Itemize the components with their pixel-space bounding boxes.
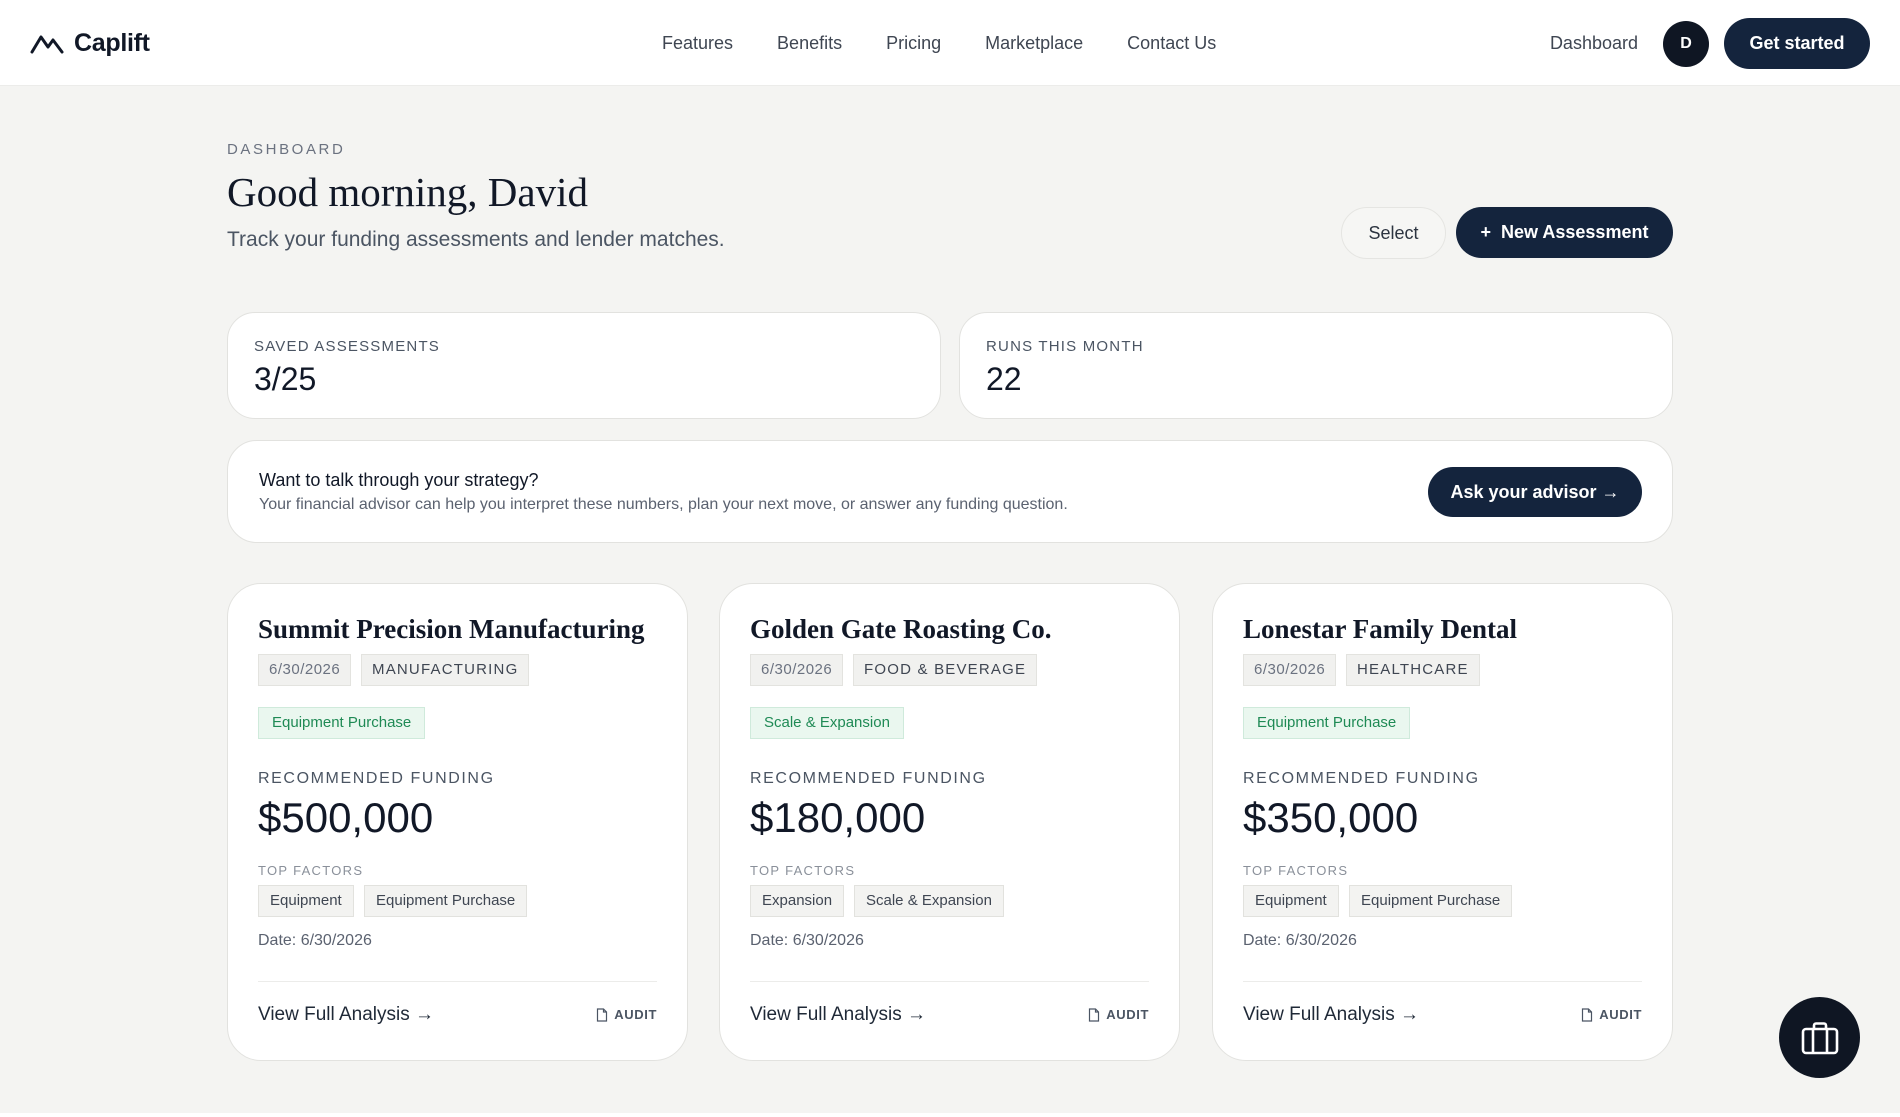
document-icon — [1582, 1007, 1593, 1022]
view-full-analysis-link[interactable]: View Full Analysis → — [258, 1004, 434, 1026]
page-footer-edge — [0, 1113, 1900, 1117]
stat-label: SAVED ASSESSMENTS — [254, 338, 441, 355]
factor-chip: Equipment — [1243, 885, 1339, 917]
card-title: Lonestar Family Dental — [1243, 614, 1517, 644]
nav-features[interactable]: Features — [640, 30, 755, 56]
page-subtitle: Track your funding assessments and lende… — [227, 228, 725, 251]
assessment-card: Golden Gate Roasting Co. 6/30/2026 FOOD … — [719, 583, 1180, 1061]
new-assessment-button[interactable]: + New Assessment — [1456, 207, 1673, 258]
advisor-title: Want to talk through your strategy? — [259, 470, 539, 490]
plus-icon: + — [1480, 222, 1492, 242]
category-tag: HEALTHCARE — [1346, 654, 1480, 686]
nav-benefits[interactable]: Benefits — [755, 30, 864, 56]
nav-contact-us[interactable]: Contact Us — [1105, 30, 1238, 56]
funding-label: RECOMMENDED FUNDING — [1243, 770, 1480, 787]
card-title: Summit Precision Manufacturing — [258, 614, 645, 644]
document-icon — [597, 1007, 608, 1022]
audit-button[interactable]: AUDIT — [596, 1007, 657, 1022]
category-tag: FOOD & BEVERAGE — [853, 654, 1038, 686]
factor-chip: Equipment Purchase — [364, 885, 528, 917]
card-date: Date: 6/30/2026 — [1243, 932, 1357, 949]
nav-pricing[interactable]: Pricing — [864, 30, 963, 56]
date-tag: 6/30/2026 — [258, 654, 352, 686]
card-date: Date: 6/30/2026 — [258, 932, 372, 949]
page-eyebrow: DASHBOARD — [227, 141, 346, 158]
advisor-text: Your financial advisor can help you inte… — [259, 496, 1068, 513]
brand-logo[interactable]: Caplift — [30, 28, 150, 58]
view-full-analysis-link[interactable]: View Full Analysis → — [1243, 1004, 1419, 1026]
assessment-card: Summit Precision Manufacturing 6/30/2026… — [227, 583, 688, 1061]
briefcase-icon — [1801, 1021, 1838, 1054]
top-navbar: Caplift Features Benefits Pricing Market… — [0, 0, 1900, 86]
funding-amount: $350,000 — [1243, 794, 1419, 841]
factor-chip: Equipment Purchase — [1349, 885, 1513, 917]
factors-label: TOP FACTORS — [1243, 863, 1349, 878]
card-divider — [258, 981, 657, 982]
stat-value: 22 — [986, 361, 1022, 397]
page-title: Good morning, David — [227, 169, 588, 215]
purpose-tag: Scale & Expansion — [750, 707, 904, 739]
factor-chip: Expansion — [750, 885, 845, 917]
nav-marketplace[interactable]: Marketplace — [963, 30, 1105, 56]
purpose-tag: Equipment Purchase — [1243, 707, 1411, 739]
factor-chip: Scale & Expansion — [854, 885, 1004, 917]
audit-label: AUDIT — [1106, 1007, 1149, 1022]
brand-name: Caplift — [74, 28, 150, 57]
funding-label: RECOMMENDED FUNDING — [258, 770, 495, 787]
card-divider — [1243, 981, 1642, 982]
card-date: Date: 6/30/2026 — [750, 932, 864, 949]
factors-label: TOP FACTORS — [750, 863, 856, 878]
factors-label: TOP FACTORS — [258, 863, 364, 878]
factor-chip: Equipment — [258, 885, 354, 917]
category-tag: MANUFACTURING — [361, 654, 530, 686]
stat-label: RUNS THIS MONTH — [986, 338, 1144, 355]
audit-button[interactable]: AUDIT — [1581, 1007, 1642, 1022]
funding-amount: $500,000 — [258, 794, 434, 841]
audit-label: AUDIT — [614, 1007, 657, 1022]
advisor-banner: Want to talk through your strategy? Your… — [227, 440, 1673, 543]
funding-label: RECOMMENDED FUNDING — [750, 770, 987, 787]
user-avatar[interactable]: D — [1663, 20, 1709, 67]
stat-runs-this-month: RUNS THIS MONTH 22 — [959, 312, 1673, 419]
card-title: Golden Gate Roasting Co. — [750, 614, 1052, 644]
document-icon — [1089, 1007, 1100, 1022]
assessment-card: Lonestar Family Dental 6/30/2026 HEALTHC… — [1212, 583, 1673, 1061]
select-button[interactable]: Select — [1341, 207, 1446, 259]
funding-amount: $180,000 — [750, 794, 926, 841]
stat-value: 3/25 — [254, 361, 317, 397]
purpose-tag: Equipment Purchase — [258, 707, 426, 739]
new-assessment-label: New Assessment — [1501, 222, 1649, 242]
ask-advisor-button[interactable]: Ask your advisor → — [1428, 467, 1642, 517]
main-nav: Features Benefits Pricing Marketplace Co… — [640, 30, 1238, 56]
date-tag: 6/30/2026 — [1243, 654, 1337, 686]
audit-label: AUDIT — [1599, 1007, 1642, 1022]
date-tag: 6/30/2026 — [750, 654, 844, 686]
get-started-button[interactable]: Get started — [1724, 18, 1870, 69]
stat-saved-assessments: SAVED ASSESSMENTS 3/25 — [227, 312, 941, 419]
view-full-analysis-link[interactable]: View Full Analysis → — [750, 1004, 926, 1026]
header-actions: Dashboard D Get started — [1550, 18, 1870, 69]
dashboard-link[interactable]: Dashboard — [1550, 33, 1638, 54]
advisor-chat-button[interactable] — [1779, 997, 1860, 1078]
audit-button[interactable]: AUDIT — [1088, 1007, 1149, 1022]
card-divider — [750, 981, 1149, 982]
mountain-logo-icon — [30, 35, 64, 54]
